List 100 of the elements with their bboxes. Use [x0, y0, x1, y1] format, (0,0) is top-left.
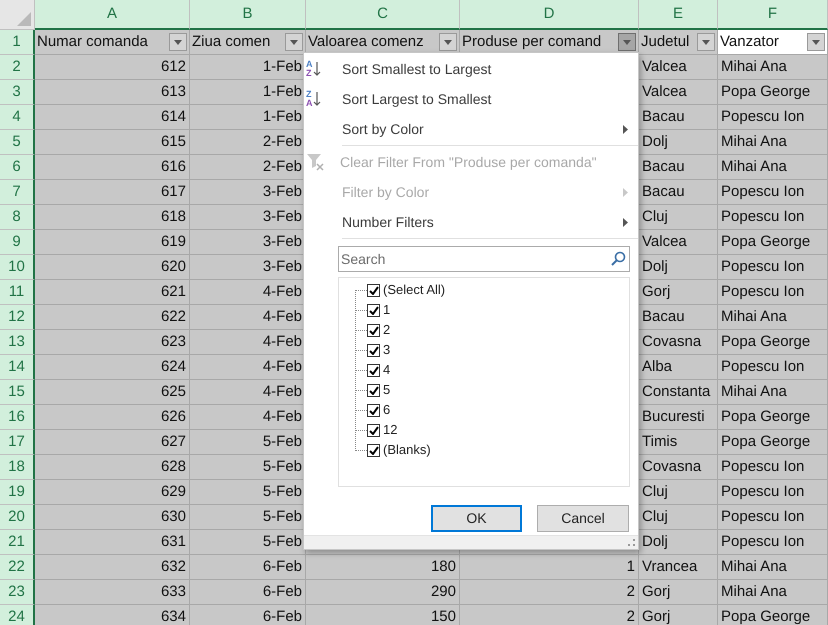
menu-item[interactable]: Number Filters — [342, 212, 434, 232]
table-cell-text: 2 — [626, 582, 635, 602]
column-header[interactable]: B — [190, 0, 306, 30]
value-label: 1 — [383, 301, 390, 320]
table-cell-text: 623 — [160, 332, 186, 352]
table-cell-text: 634 — [160, 606, 186, 625]
row-header[interactable]: 5 — [0, 130, 35, 155]
table-cell-text: Cluj — [642, 482, 668, 502]
column-header[interactable]: F — [718, 0, 828, 30]
table-cell-text: 626 — [160, 406, 186, 427]
column-header[interactable]: D — [460, 0, 639, 30]
value-checkbox[interactable] — [367, 284, 380, 296]
value-checkbox[interactable] — [367, 384, 380, 396]
search-field[interactable]: Search — [338, 246, 630, 272]
table-cell-text: 5-Feb — [262, 456, 302, 477]
value-checkbox[interactable] — [367, 424, 380, 436]
caret-icon — [174, 40, 182, 44]
column-header[interactable]: A — [35, 0, 190, 30]
table-cell-text: 621 — [160, 282, 186, 302]
caret-icon — [290, 40, 298, 44]
value-checkbox[interactable] — [367, 324, 380, 336]
row-header[interactable]: 2 — [0, 55, 35, 80]
table-header-cell-text: Produse per comand — [462, 32, 602, 52]
row-header[interactable]: 3 — [0, 80, 35, 105]
row-header[interactable]: 12 — [0, 305, 35, 330]
table-cell-text: 150 — [430, 606, 456, 625]
row-header[interactable]: 6 — [0, 155, 35, 180]
row-header[interactable]: 1 — [0, 30, 35, 55]
row-header[interactable]: 7 — [0, 180, 35, 205]
table-cell-text: 290 — [430, 582, 456, 602]
table-cell-text: 3-Feb — [262, 182, 302, 202]
filter-dropdown-button[interactable] — [807, 33, 825, 51]
caret-icon — [444, 40, 452, 44]
row-header[interactable]: 19 — [0, 480, 35, 505]
dialog-button[interactable]: OK — [431, 505, 522, 532]
row-header[interactable]: 16 — [0, 405, 35, 430]
table-cell-text: 625 — [160, 382, 186, 402]
value-checkbox[interactable] — [367, 444, 380, 456]
filter-dropdown-button[interactable] — [697, 33, 715, 51]
table-cell-text: Mihai Ana — [721, 56, 787, 77]
value-label: 3 — [383, 341, 390, 360]
table-cell-text: 3-Feb — [262, 206, 302, 227]
row-header[interactable]: 9 — [0, 230, 35, 255]
filter-dropdown-button[interactable] — [618, 33, 636, 51]
value-checkbox[interactable] — [367, 364, 380, 376]
table-cell-text: 4-Feb — [262, 306, 302, 327]
table-cell-text: 629 — [160, 482, 186, 502]
value-checkbox[interactable] — [367, 344, 380, 356]
table-header-cell-text: Judetul — [641, 32, 690, 52]
row-header[interactable]: 21 — [0, 530, 35, 555]
row-header[interactable]: 24 — [0, 605, 35, 625]
resize-grip-icon — [628, 539, 635, 546]
column-header[interactable]: C — [306, 0, 460, 30]
table-cell-text: 5-Feb — [262, 482, 302, 502]
table-cell-text: Popescu Ion — [721, 356, 804, 377]
row-header[interactable]: 22 — [0, 555, 35, 580]
table-cell-text: Popescu Ion — [721, 206, 804, 227]
table-cell-text: Popa George — [721, 232, 810, 252]
row-header[interactable]: 4 — [0, 105, 35, 130]
table-header-cell-text: Ziua comen — [192, 32, 272, 52]
menu-item[interactable]: Sort Smallest to Largest — [342, 58, 492, 80]
table-cell-text: Popescu Ion — [721, 482, 804, 502]
table-cell-text: Popescu Ion — [721, 106, 804, 127]
filter-dropdown-button[interactable] — [285, 33, 303, 51]
table-cell-text: Bacau — [642, 156, 685, 177]
row-header[interactable]: 20 — [0, 505, 35, 530]
row-header[interactable]: 8 — [0, 205, 35, 230]
menu-item[interactable]: Sort Largest to Smallest — [342, 88, 492, 110]
filter-dropdown-button[interactable] — [169, 33, 187, 51]
value-checkbox[interactable] — [367, 404, 380, 416]
table-cell-text: Covasna — [642, 456, 702, 477]
row-header[interactable]: 23 — [0, 580, 35, 605]
filter-dropdown-button[interactable] — [439, 33, 457, 51]
row-header[interactable]: 13 — [0, 330, 35, 355]
table-cell-text: Valcea — [642, 232, 687, 252]
row-header[interactable]: 10 — [0, 255, 35, 280]
table-cell-text: Vrancea — [642, 556, 698, 577]
table-cell-text: 613 — [160, 82, 186, 102]
table-cell-text: 617 — [160, 182, 186, 202]
value-label: 12 — [383, 421, 398, 440]
table-cell-text: 6-Feb — [262, 582, 302, 602]
caret-icon — [812, 40, 820, 44]
row-header[interactable]: 18 — [0, 455, 35, 480]
dialog-button[interactable]: Cancel — [537, 505, 629, 532]
submenu-arrow-icon — [623, 124, 628, 134]
table-cell-text: Dolj — [642, 256, 668, 277]
table-cell-text: 615 — [160, 132, 186, 152]
row-header[interactable]: 17 — [0, 430, 35, 455]
table-cell-text: 631 — [160, 532, 186, 552]
column-header[interactable]: E — [639, 0, 718, 30]
table-cell-text: Gorj — [642, 582, 670, 602]
table-cell-text: Valcea — [642, 56, 687, 77]
table-cell-text: Bacau — [642, 182, 685, 202]
menu-item[interactable]: Sort by Color — [342, 118, 424, 140]
table-cell-text: Valcea — [642, 82, 687, 102]
value-checkbox[interactable] — [367, 304, 380, 316]
row-header[interactable]: 11 — [0, 280, 35, 305]
row-header[interactable]: 15 — [0, 380, 35, 405]
value-label: 2 — [383, 321, 390, 340]
row-header[interactable]: 14 — [0, 355, 35, 380]
